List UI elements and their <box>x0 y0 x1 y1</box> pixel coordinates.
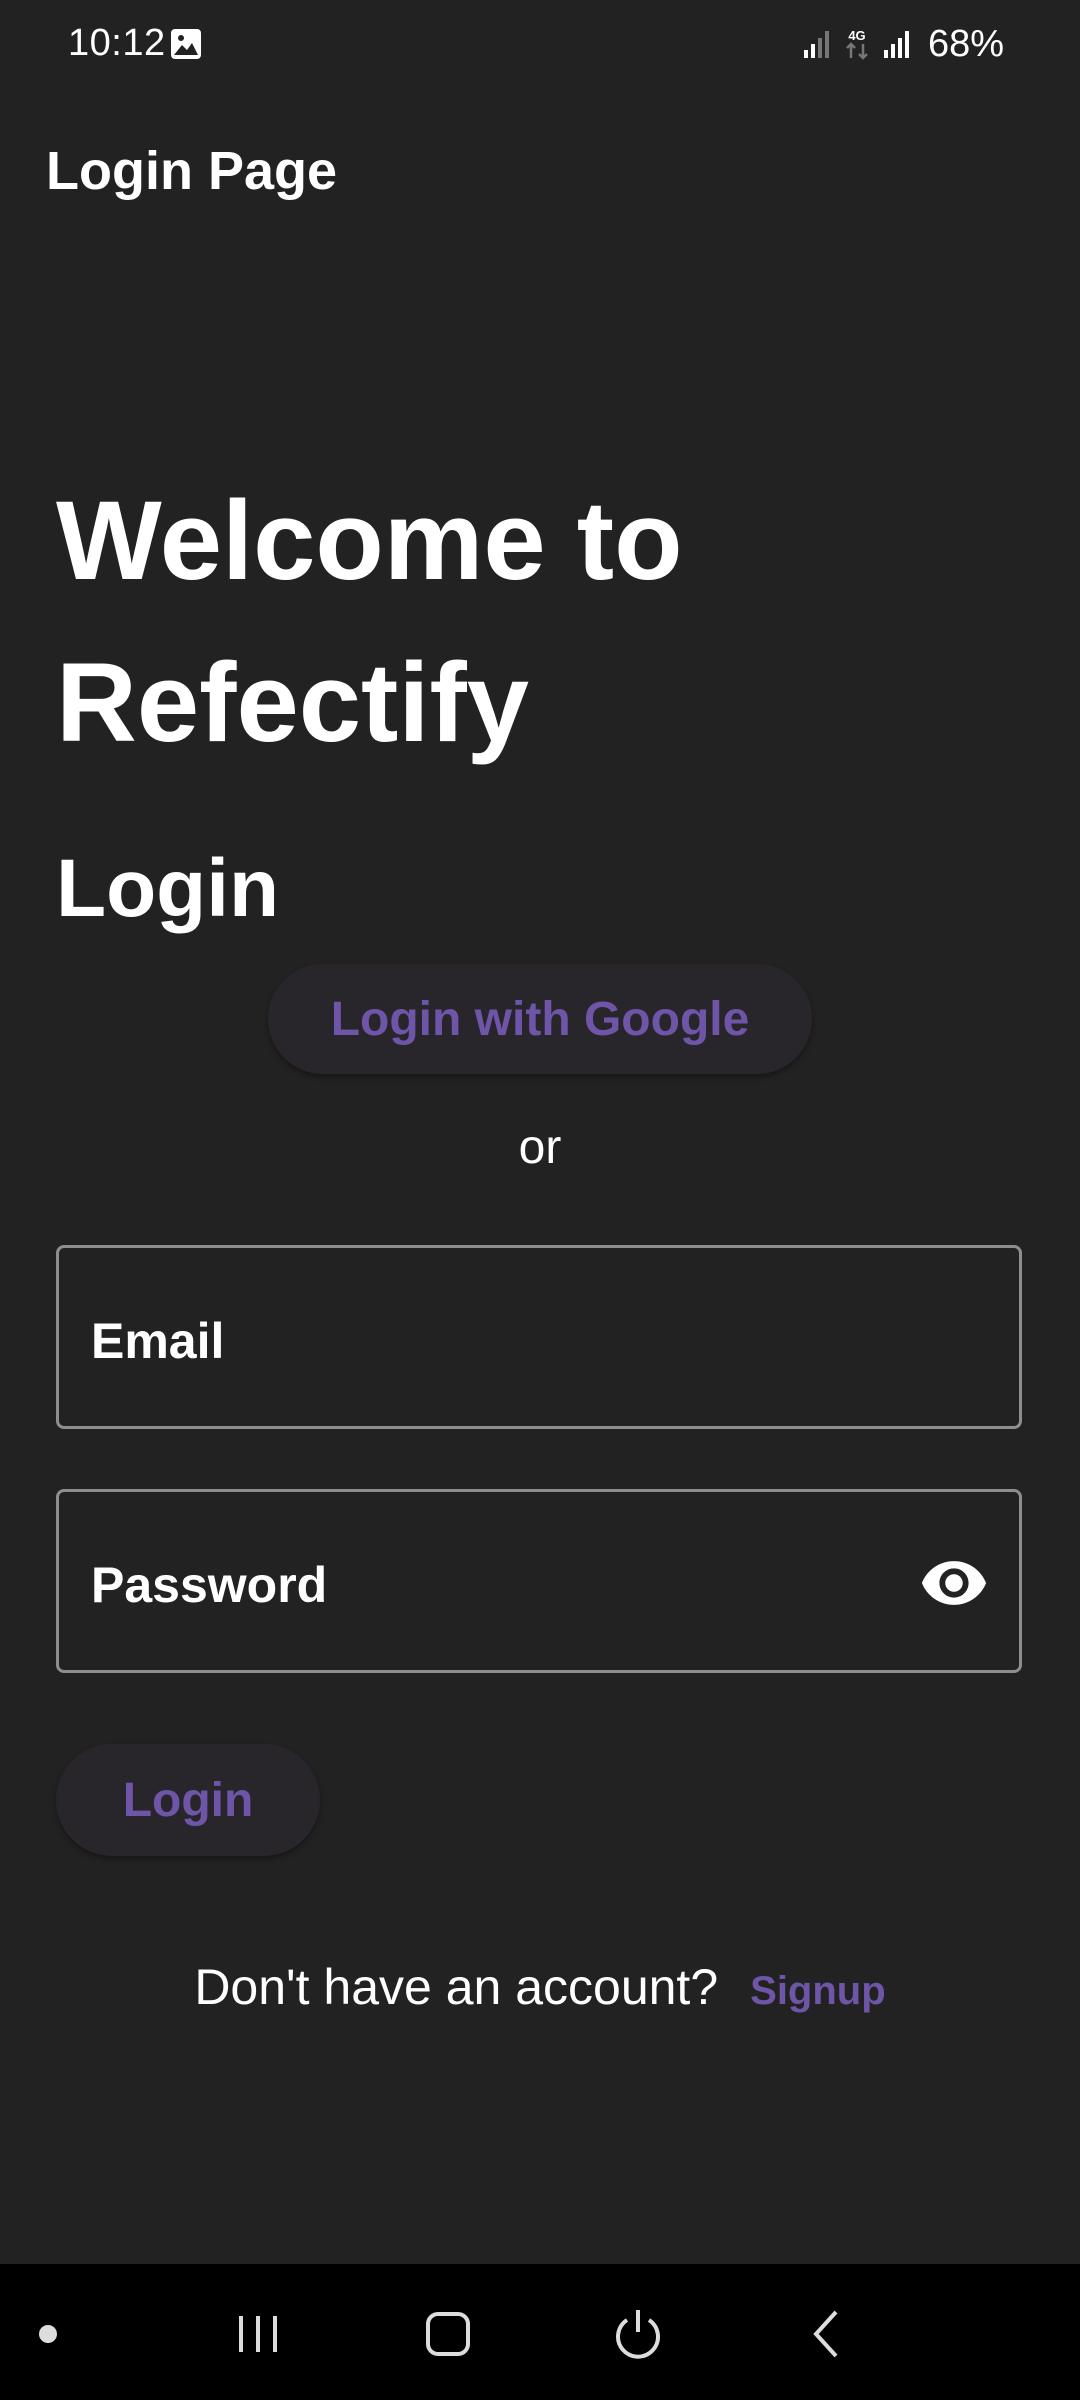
power-icon[interactable] <box>608 2304 668 2364</box>
navigation-bar <box>0 2264 1080 2400</box>
status-indicators: 4G 68% <box>802 22 1004 66</box>
status-time: 10:12 <box>68 22 166 64</box>
signup-prompt: Don't have an account? <box>194 1959 719 2015</box>
recent-apps-icon[interactable] <box>228 2304 288 2364</box>
dot-icon <box>39 2325 57 2343</box>
signup-link[interactable]: Signup <box>750 1969 886 2014</box>
eye-icon[interactable] <box>919 1548 989 1618</box>
login-heading: Login <box>56 843 280 934</box>
status-bar: 10:12 4G 68% <box>0 0 1080 92</box>
login-button[interactable]: Login <box>56 1744 320 1856</box>
gallery-icon <box>171 29 201 59</box>
welcome-heading: Welcome to Refectify <box>56 478 683 765</box>
login-screen: 10:12 4G 68% Login Page Welcome to Refec… <box>0 0 1080 2400</box>
network-4g-icon: 4G <box>846 28 868 60</box>
battery-level: 68% <box>927 22 1004 65</box>
back-icon[interactable] <box>798 2304 858 2364</box>
or-separator: or <box>518 1121 562 1174</box>
home-icon[interactable] <box>418 2304 478 2364</box>
password-field-label: Password <box>91 1557 328 1613</box>
page-title: Login Page <box>46 141 338 201</box>
email-field-label: Email <box>91 1313 225 1369</box>
signal-icon <box>883 31 909 58</box>
svg-text:4G: 4G <box>848 28 865 43</box>
signal-icon <box>803 31 829 58</box>
password-field[interactable]: Password <box>56 1489 1022 1673</box>
signup-row: Don't have an account? Signup <box>0 1958 1080 2016</box>
email-field[interactable]: Email <box>56 1245 1022 1429</box>
login-with-google-button[interactable]: Login with Google <box>268 964 812 1074</box>
